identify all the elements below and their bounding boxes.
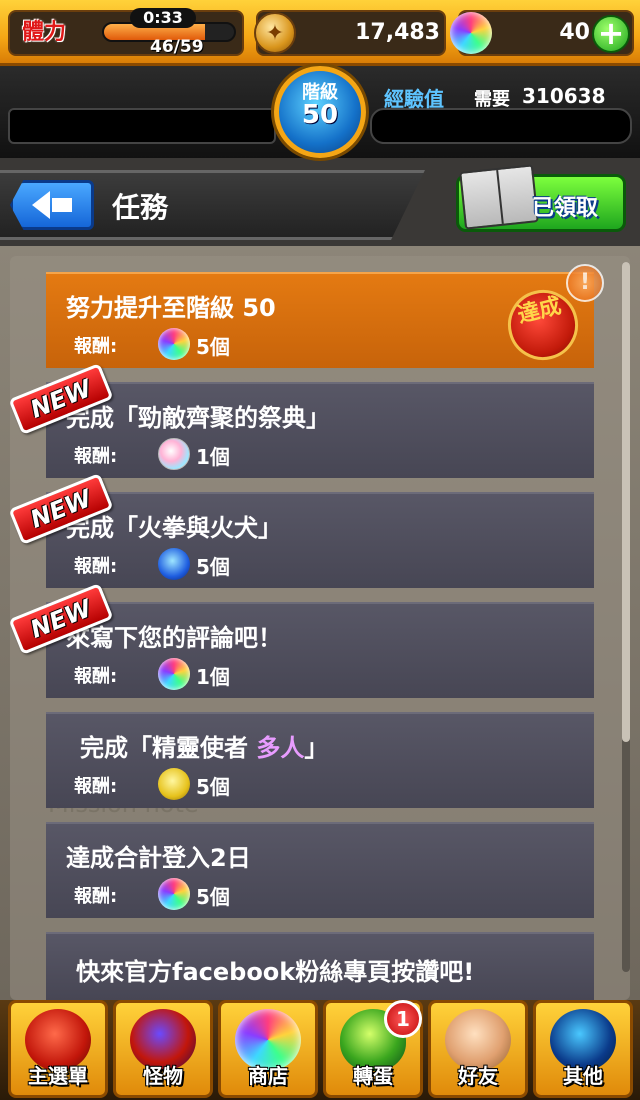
reward-count: 5個 [196,885,230,909]
nav-label: 轉蛋 [353,1064,393,1088]
page-title: 任務 [112,191,169,224]
mission-row[interactable]: 努力提升至階級 50 報酬: 5個 達成 [46,272,594,368]
orb-icon [158,658,190,690]
mission-row[interactable]: 完成「勁敵齊聚的祭典」 報酬: 1個 [46,382,594,478]
reward-label: 報酬: [74,556,118,577]
nav-label: 好友 [458,1064,498,1088]
nav-friends[interactable]: 好友 [428,1000,528,1098]
mission-title: 快來官方facebook粉絲專頁按讚吧! [76,958,475,986]
alert-icon: ! [566,264,604,302]
nav-main-menu[interactable]: 主選單 [8,1000,108,1098]
reward-count: 5個 [196,555,230,579]
stamina-timer: 0:33 [130,8,196,28]
mission-row[interactable]: 快來官方facebook粉絲專頁按讚吧! [46,932,594,1000]
reward-label: 報酬: [74,886,118,907]
orb-icon [158,328,190,360]
mission-row[interactable]: 達成合計登入2日 報酬: 5個 [46,822,594,918]
reward-label: 報酬: [74,336,118,357]
book-icon [459,164,539,230]
stamina-count: 46/59 [150,37,204,57]
coin-icon: ✦ [254,12,296,54]
multiplayer-highlight: 多人 [256,734,305,762]
nav-label: 怪物 [143,1064,183,1088]
coin-value: 17,483 [355,20,440,45]
back-button[interactable] [10,180,94,230]
nav-label: 主選單 [28,1064,88,1088]
add-orbs-button[interactable]: + [592,15,630,53]
reward-label: 報酬: [74,446,118,467]
player-name-plate [8,108,276,144]
scrollbar-thumb[interactable] [622,262,630,742]
stamina-label: 體力 [22,20,67,45]
mission-row[interactable]: 來寫下您的評論吧！ 報酬: 1個 [46,602,594,698]
mission-title: 達成合計登入2日 [66,844,251,872]
orb-icon [450,12,492,54]
claimed-label: 已領取 [532,196,599,221]
mission-title: 完成「勁敵齊聚的祭典」 [66,404,330,432]
reward-label: 報酬: [74,776,118,797]
exp-need-label: 需要 [474,89,510,110]
back-arrow-icon [32,191,50,219]
exp-bar [370,108,632,144]
rainbow-shard-icon [158,438,190,470]
orb-icon [158,878,190,910]
reward-count: 5個 [196,775,230,799]
exp-need-value: 310638 [522,84,606,108]
mission-title: 努力提升至階級 50 [66,294,276,322]
nav-label: 其他 [563,1064,603,1088]
rank-value: 50 [301,100,339,130]
mission-row[interactable]: 完成「精靈使者 多人」 報酬: 5個 [46,712,594,808]
reward-label: 報酬: [74,666,118,687]
blue-crystal-icon [158,548,190,580]
mission-row[interactable]: 完成「火拳與火犬」 報酬: 5個 [46,492,594,588]
mission-title: 完成「精靈使者 多人」 [80,734,329,762]
nav-other[interactable]: 其他 [533,1000,633,1098]
nav-shop[interactable]: 商店 [218,1000,318,1098]
reward-count: 1個 [196,445,230,469]
nav-monsters[interactable]: 怪物 [113,1000,213,1098]
reward-count: 1個 [196,665,230,689]
reward-count: 5個 [196,335,230,359]
gold-crystal-icon [158,768,190,800]
nav-label: 商店 [248,1064,288,1088]
exp-label: 經驗值 [384,87,444,111]
orb-value: 40 [559,20,590,45]
gacha-notification-badge: 1 [384,1000,422,1038]
